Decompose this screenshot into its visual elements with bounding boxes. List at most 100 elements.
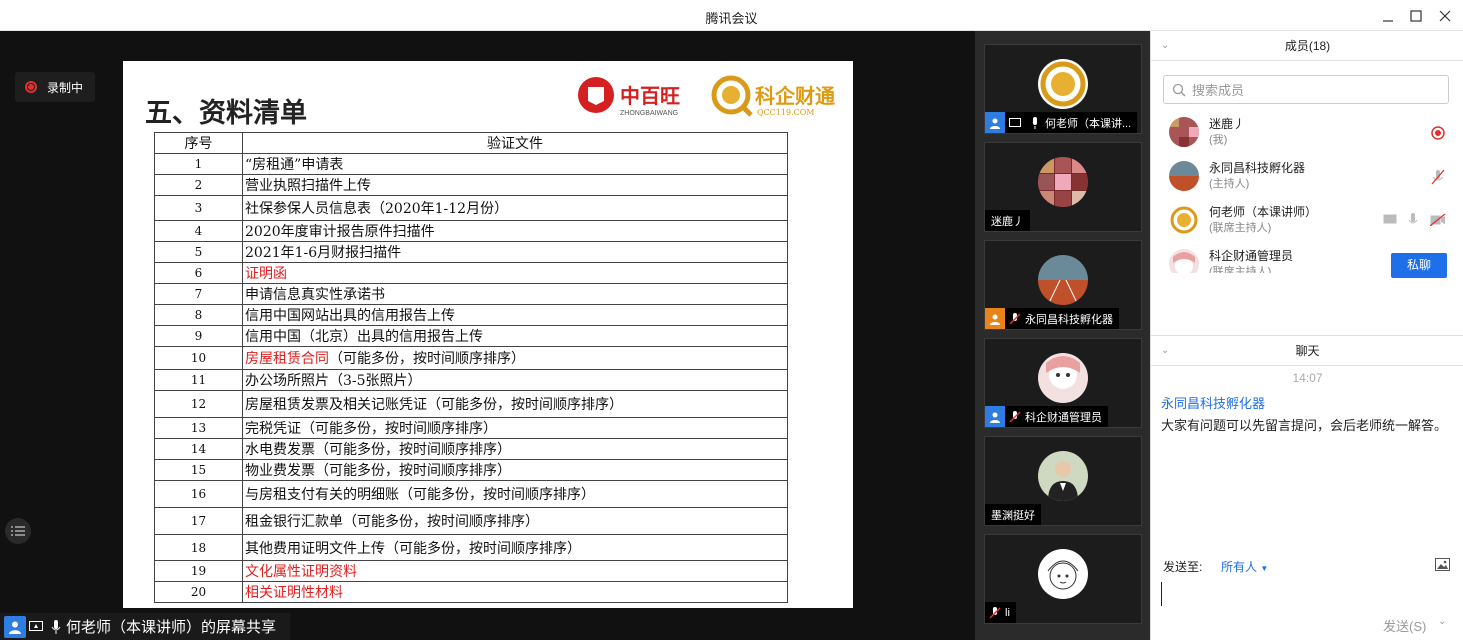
screen-share-icon[interactable] <box>1383 214 1397 226</box>
tile-name-bar: 永同昌科技孵化器 <box>985 308 1119 329</box>
avatar <box>1169 205 1199 235</box>
member-role: (联席主持人) <box>1209 222 1272 234</box>
chevron-down-icon[interactable]: ⌄ <box>1161 336 1169 366</box>
video-tile-teacher[interactable]: 何老师（本课讲... <box>984 44 1142 134</box>
logo2-cn: 科企财通 <box>755 84 835 108</box>
avatar <box>1169 117 1199 147</box>
row-document-text: 其他费用证明文件上传（可能多份，按时间顺序排序） <box>245 540 581 557</box>
row-document: 相关证明性材料 <box>242 581 788 603</box>
title-bar: 腾讯会议 <box>0 0 1463 31</box>
chevron-down-icon[interactable]: ⌄ <box>1161 31 1169 61</box>
tile-name: 墨渊挺好 <box>991 509 1035 522</box>
right-sidebar: ⌄ 成员(18) 搜索成员 迷鹿丿 (我) 永同昌科技孵化器 (主持人) 何老师… <box>1150 31 1463 640</box>
chat-title: 聊天 <box>1295 344 1320 358</box>
row-index: 14 <box>154 438 243 460</box>
image-icon[interactable] <box>1435 558 1450 571</box>
screen-share-icon <box>26 616 46 637</box>
member-name: 迷鹿丿 <box>1209 117 1246 131</box>
row-document: 信用中国（北京）出具的信用报告上传 <box>242 325 788 347</box>
row-index: 2 <box>154 174 243 196</box>
row-document-text: 与房租支付有关的明细账（可能多份，按时间顺序排序） <box>245 487 595 503</box>
row-document: 租金银行汇款单（可能多份，按时间顺序排序） <box>242 507 788 535</box>
tile-name-bar: 何老师（本课讲... <box>985 112 1138 133</box>
member-item[interactable]: 何老师（本课讲师） (联席主持人) <box>1151 199 1463 243</box>
video-tile-yongtongchang[interactable]: 永同昌科技孵化器 <box>984 240 1142 330</box>
logo1-cn: 中百旺 <box>620 84 680 108</box>
avatar <box>1038 353 1088 403</box>
avatar <box>1169 249 1199 273</box>
row-document-text: 房屋租赁发票及相关记账凭证（可能多份，按时间顺序排序） <box>245 397 623 413</box>
row-document: 文化属性证明资料 <box>242 560 788 582</box>
maximize-icon[interactable] <box>1406 6 1426 26</box>
row-document-text: 水电费发票（可能多份，按时间顺序排序） <box>245 442 511 458</box>
list-menu-icon[interactable] <box>5 518 31 544</box>
row-document-suffix: （可能多份，按时间顺序排序） <box>329 351 525 367</box>
slide-title: 五、资料清单 <box>145 98 307 129</box>
row-index: 13 <box>154 417 243 439</box>
member-name: 科企财通管理员 <box>1209 249 1294 263</box>
chat-input[interactable] <box>1161 582 1162 606</box>
send-button[interactable]: 发送(S) <box>1383 616 1426 635</box>
microphone-muted-icon <box>1005 308 1025 329</box>
member-role: (主持人) <box>1209 178 1250 190</box>
table-row: 2 营业执照扫描件上传 <box>154 174 788 196</box>
row-document-text: 证明函 <box>245 266 287 282</box>
table-row: 15 物业费发票（可能多份，按时间顺序排序） <box>154 459 788 481</box>
row-document-text: 2020年度审计报告原件扫描件 <box>245 224 435 240</box>
send-to-select[interactable]: 所有人 ▼ <box>1221 558 1268 575</box>
avatar <box>1038 59 1088 109</box>
chat-sender[interactable]: 永同昌科技孵化器 <box>1161 393 1265 412</box>
tile-name-bar: 迷鹿丿 <box>985 210 1030 231</box>
table-row: 10 房屋租赁合同（可能多份，按时间顺序排序） <box>154 346 788 370</box>
row-document: 物业费发票（可能多份，按时间顺序排序） <box>242 459 788 481</box>
row-index: 19 <box>154 560 243 582</box>
user-icon <box>985 308 1005 329</box>
table-row: 18 其他费用证明文件上传（可能多份，按时间顺序排序） <box>154 534 788 561</box>
video-tile-moyuan[interactable]: 墨渊挺好 <box>984 436 1142 526</box>
user-icon <box>4 615 26 638</box>
video-tile-admin[interactable]: 科企财通管理员 <box>984 338 1142 428</box>
row-index: 7 <box>154 283 243 305</box>
row-document: 信用中国网站出具的信用报告上传 <box>242 304 788 326</box>
row-document: 与房租支付有关的明细账（可能多份，按时间顺序排序） <box>242 480 788 508</box>
table-row: 11 办公场所照片（3-5张照片） <box>154 369 788 391</box>
minimize-icon[interactable] <box>1378 6 1398 26</box>
chevron-down-icon[interactable]: ⌄ <box>1438 616 1446 627</box>
row-index: 15 <box>154 459 243 481</box>
video-tile-milu[interactable]: 迷鹿丿 <box>984 142 1142 232</box>
row-document: 证明函 <box>242 262 788 284</box>
row-index: 6 <box>154 262 243 284</box>
microphone-icon[interactable] <box>1408 212 1418 228</box>
member-search-input[interactable]: 搜索成员 <box>1163 75 1449 104</box>
row-index: 5 <box>154 241 243 263</box>
table-row: 6 证明函 <box>154 262 788 284</box>
window-title: 腾讯会议 <box>705 11 758 26</box>
member-item[interactable]: 永同昌科技孵化器 (主持人) <box>1151 155 1463 199</box>
row-document: 水电费发票（可能多份，按时间顺序排序） <box>242 438 788 460</box>
video-tile-li[interactable]: li <box>984 534 1142 624</box>
avatar <box>1038 549 1088 599</box>
camera-off-icon[interactable] <box>1430 214 1446 226</box>
video-tiles-column: 何老师（本课讲... 迷鹿丿 永同昌科技孵化器 科企财通管理员 墨渊挺好 li <box>975 31 1150 640</box>
row-document: 房屋租赁合同（可能多份，按时间顺序排序） <box>242 346 788 370</box>
row-document-text: 信用中国网站出具的信用报告上传 <box>245 308 455 324</box>
avatar <box>1038 157 1088 207</box>
keqicaitong-logo: 科企财通 QCC119.COM <box>711 75 841 119</box>
private-chat-button[interactable]: 私聊 <box>1391 253 1447 278</box>
member-item[interactable]: 迷鹿丿 (我) <box>1151 111 1463 155</box>
table-header-doc: 验证文件 <box>242 132 788 154</box>
row-document: 社保参保人员信息表（2020年1-12月份） <box>242 195 788 221</box>
tile-name: 迷鹿丿 <box>991 215 1024 228</box>
row-document-text: 房屋租赁合同 <box>245 351 329 367</box>
send-to-label: 发送至: <box>1163 560 1203 574</box>
close-icon[interactable] <box>1435 6 1455 26</box>
members-header[interactable]: ⌄ 成员(18) <box>1151 31 1463 61</box>
recording-indicator[interactable]: 录制中 <box>15 72 95 102</box>
row-document: 办公场所照片（3-5张照片） <box>242 369 788 391</box>
user-icon <box>985 406 1005 427</box>
chat-header[interactable]: ⌄ 聊天 <box>1151 336 1463 366</box>
row-document: 2020年度审计报告原件扫描件 <box>242 220 788 242</box>
microphone-muted-icon <box>985 602 1005 623</box>
row-document-text: 信用中国（北京）出具的信用报告上传 <box>245 329 483 345</box>
microphone-muted-icon[interactable] <box>1431 169 1445 185</box>
